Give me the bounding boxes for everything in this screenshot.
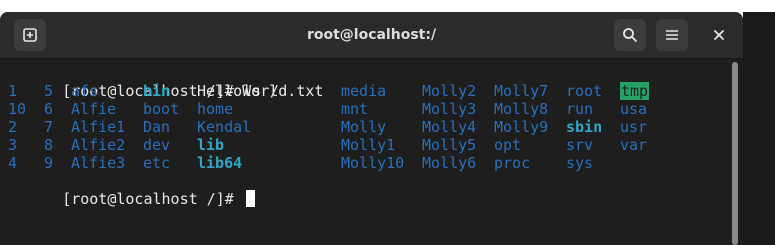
terminal-output[interactable]: [root@localhost /]# ls / 1 5 afs bin HelloWo… — [8, 64, 728, 208]
new-tab-icon — [22, 27, 38, 43]
directory-entry: Molly7 — [494, 82, 549, 100]
directory-entry: Molly10 — [341, 154, 405, 172]
directory-entry: 10 — [8, 100, 27, 118]
directory-entry: home — [197, 100, 234, 118]
directory-entry: Alfie — [71, 100, 117, 118]
new-tab-button[interactable] — [14, 19, 46, 51]
directory-entry: 1 — [8, 82, 18, 100]
file-entry: HelloWorld.txt — [197, 82, 324, 100]
directory-entry: root — [566, 82, 603, 100]
hamburger-menu-icon — [665, 28, 679, 42]
directory-entry: dev — [143, 136, 171, 154]
menu-button[interactable] — [656, 19, 688, 51]
listing-row: 3 8 Alfie2 dev lib Molly1 Molly5 opt srv var — [8, 136, 728, 154]
directory-entry: usa — [620, 100, 648, 118]
directory-entry: 3 — [8, 136, 18, 154]
scrollbar-thumb[interactable] — [732, 62, 738, 245]
directory-entry: Molly8 — [494, 100, 549, 118]
text-cursor — [245, 190, 255, 207]
screen: root@localhost:/ [root@localhost /]# ls … — [0, 0, 775, 245]
directory-entry: var — [620, 136, 648, 154]
prompt-line: [root@localhost /]# — [8, 172, 728, 208]
directory-entry: Dan — [143, 118, 171, 136]
directory-entry: 6 — [44, 100, 54, 118]
directory-entry: Molly1 — [341, 136, 396, 154]
directory-entry: 9 — [44, 154, 54, 172]
directory-entry: 5 — [44, 82, 54, 100]
directory-entry: sys — [566, 154, 594, 172]
directory-entry: opt — [494, 136, 522, 154]
directory-entry: 8 — [44, 136, 54, 154]
prompt-text: [root@localhost /]# — [62, 190, 243, 208]
window-title: root@localhost:/ — [306, 27, 437, 43]
directory-entry: Alfie2 — [71, 136, 126, 154]
directory-entry: run — [566, 100, 594, 118]
command-line: [root@localhost /]# ls / — [8, 64, 728, 100]
desktop-background — [743, 12, 775, 245]
directory-entry: sbin — [566, 118, 603, 136]
directory-listing: 1 5 afs bin HelloWorld.txt media Molly2 Molly7 r… — [8, 82, 728, 172]
directory-entry: Molly6 — [422, 154, 477, 172]
directory-entry: boot — [143, 100, 180, 118]
listing-row: 1 5 afs bin HelloWorld.txt media Molly2 Molly7 r… — [8, 82, 728, 100]
listing-row: 10 6 Alfie boot home mnt Molly3 Molly8 run usa — [8, 100, 728, 118]
header-bar: root@localhost:/ — [0, 12, 743, 59]
directory-entry: 7 — [44, 118, 54, 136]
directory-entry: Molly5 — [422, 136, 477, 154]
directory-entry: bin — [143, 82, 171, 100]
directory-entry: media — [341, 82, 387, 100]
directory-entry: Molly2 — [422, 82, 477, 100]
directory-entry: lib — [197, 136, 225, 154]
directory-entry: Molly3 — [422, 100, 477, 118]
search-icon — [622, 27, 638, 43]
scrollbar[interactable] — [731, 62, 739, 245]
directory-entry: Molly9 — [494, 118, 549, 136]
directory-entry: srv — [566, 136, 594, 154]
directory-entry: 2 — [8, 118, 18, 136]
directory-entry: Alfie3 — [71, 154, 126, 172]
directory-entry: mnt — [341, 100, 369, 118]
directory-entry: proc — [494, 154, 531, 172]
listing-row: 2 7 Alfie1 Dan Kendal Molly Molly4 Molly9 sbin us… — [8, 118, 728, 136]
directory-entry: lib64 — [197, 154, 243, 172]
close-button[interactable] — [703, 19, 735, 51]
directory-entry: Molly4 — [422, 118, 477, 136]
directory-entry: 4 — [8, 154, 18, 172]
directory-entry: Alfie1 — [71, 118, 126, 136]
close-icon — [713, 29, 725, 41]
directory-entry: usr — [620, 118, 648, 136]
directory-entry: Kendal — [197, 118, 252, 136]
directory-entry: etc — [143, 154, 171, 172]
directory-entry: afs — [71, 82, 99, 100]
directory-entry: tmp — [620, 82, 650, 100]
search-button[interactable] — [614, 19, 646, 51]
directory-entry: Molly — [341, 118, 387, 136]
listing-row: 4 9 Alfie3 etc lib64 Molly10 Molly6 proc sys — [8, 154, 728, 172]
